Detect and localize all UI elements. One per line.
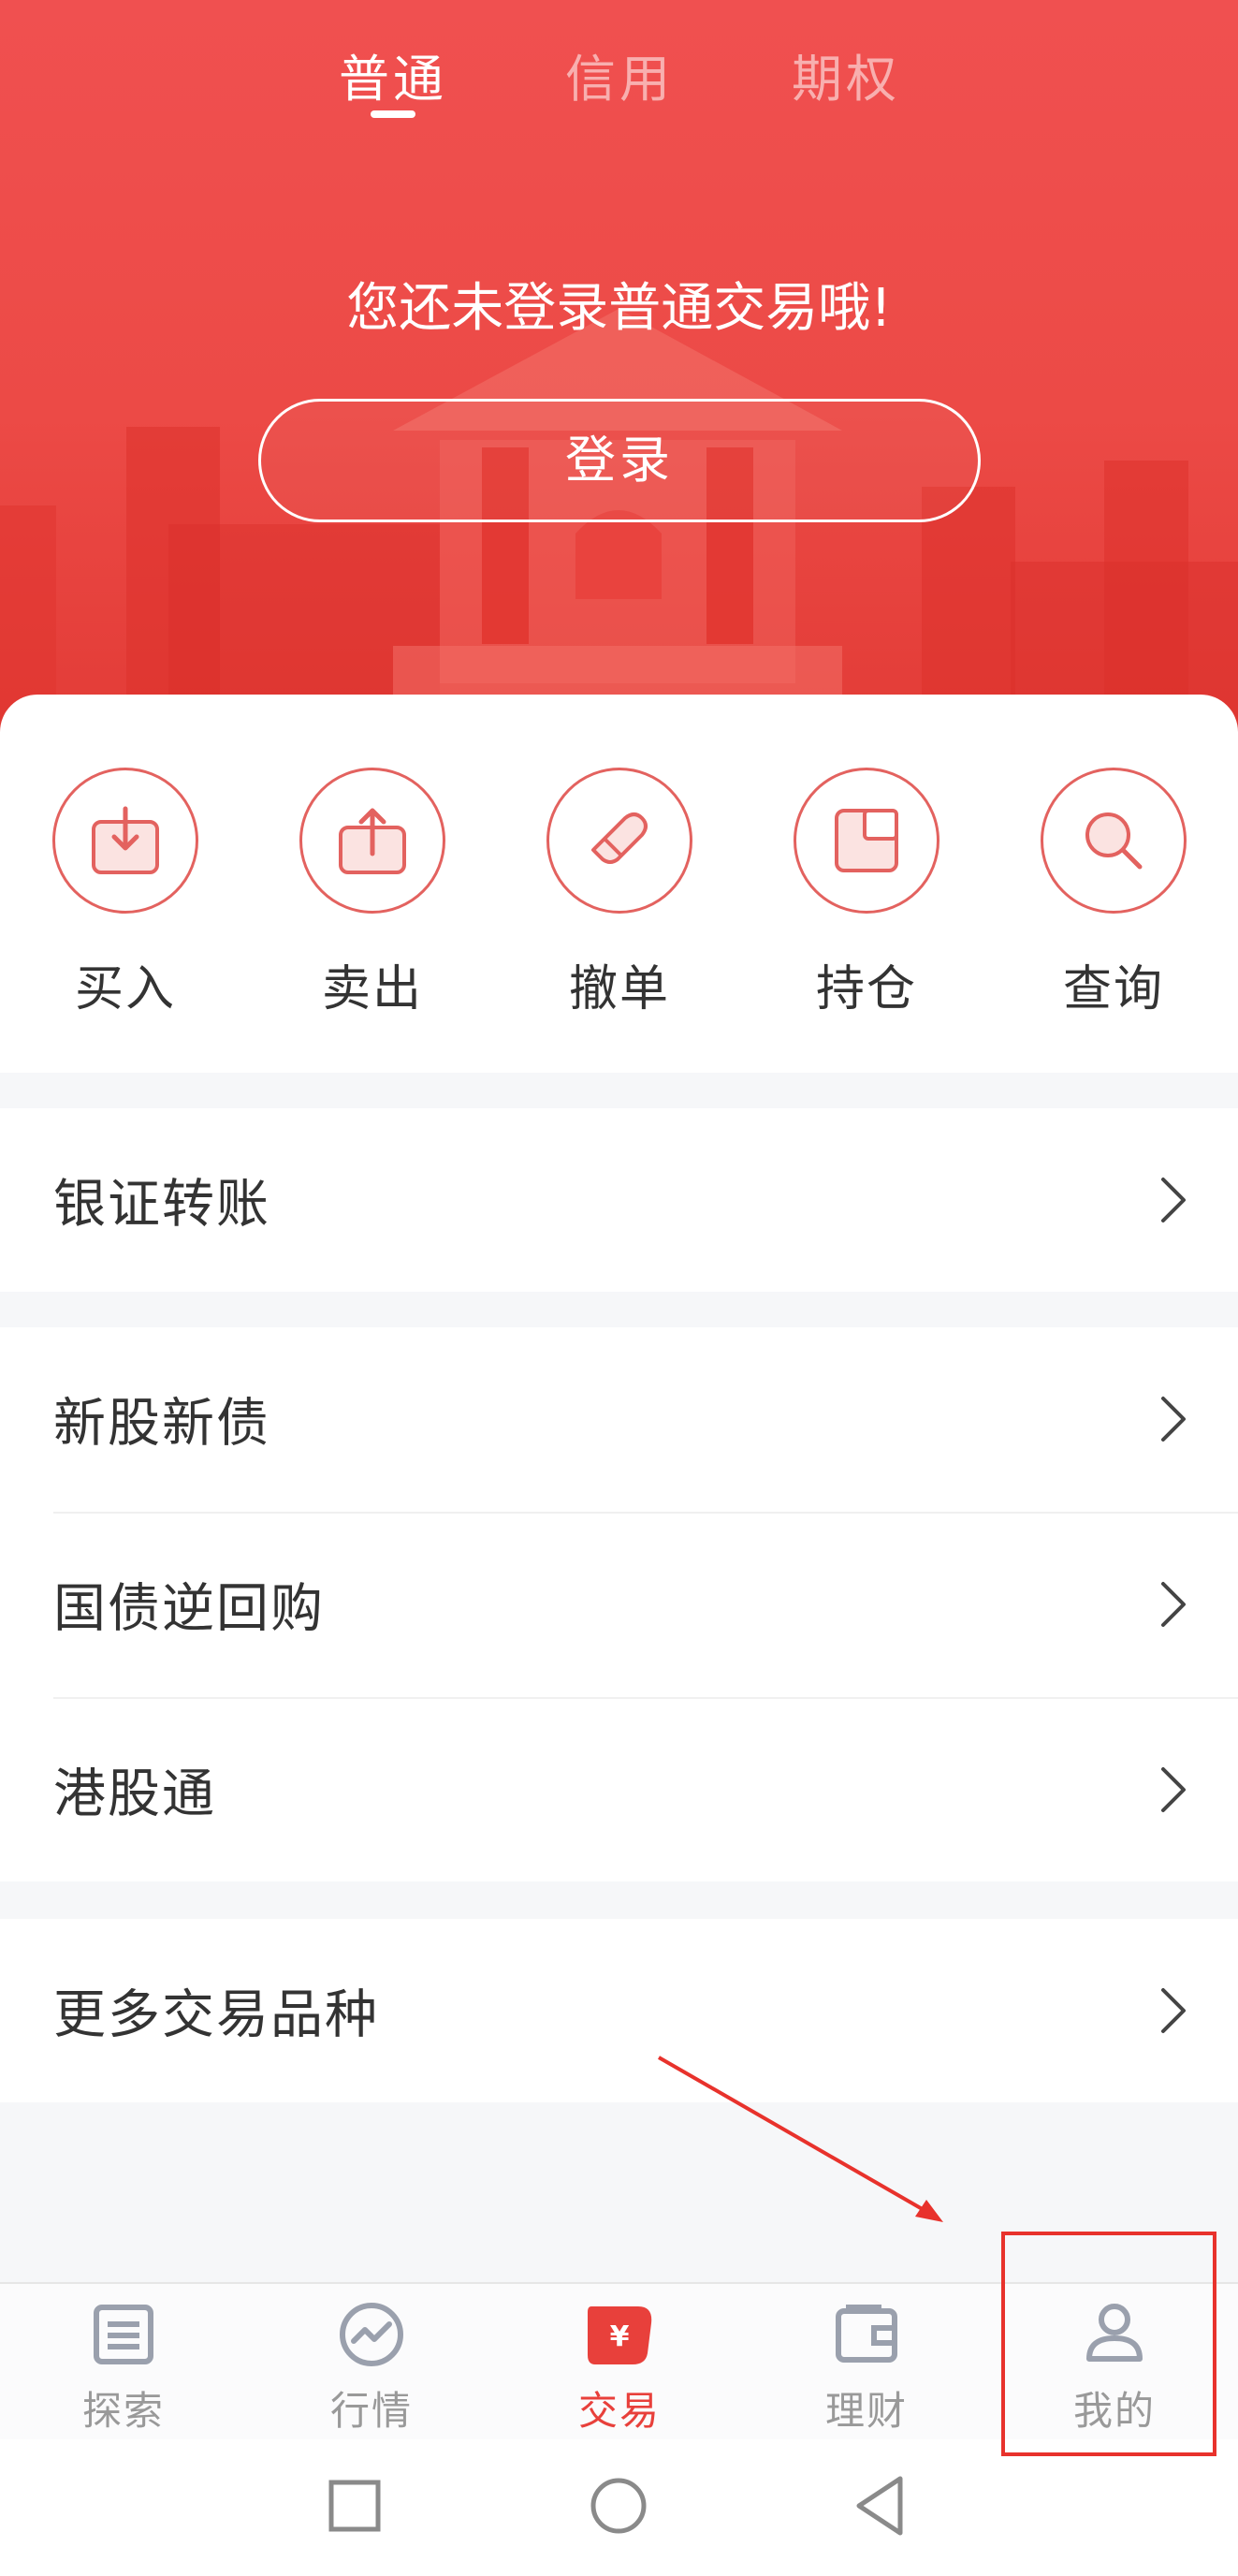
nav-item-wealth-label: 理财 xyxy=(824,2388,908,2434)
quick-actions-card: 买入 卖出 撤单 持仓 查询 xyxy=(0,695,1238,1073)
nav-item-explore-label: 探索 xyxy=(81,2388,165,2434)
trade-icon: ¥ xyxy=(582,2297,657,2372)
tab-credit[interactable]: 信用 xyxy=(565,37,674,111)
menu-item-more-products[interactable]: 更多交易品种 xyxy=(0,1919,1238,2102)
explore-icon xyxy=(86,2297,161,2372)
nav-item-trade[interactable]: ¥ 交易 xyxy=(526,2297,713,2437)
more-products-card: 更多交易品种 xyxy=(0,1919,1238,2102)
bank-transfer-card: 银证转账 xyxy=(0,1108,1238,1292)
annotation-highlight-box xyxy=(1001,2232,1216,2456)
market-icon xyxy=(334,2297,409,2372)
quick-action-buy-label: 买入 xyxy=(74,961,176,1017)
tab-normal[interactable]: 普通 xyxy=(339,37,447,118)
menu-item-hk-connect-label: 港股通 xyxy=(53,1764,216,1825)
menu-item-bank-transfer-label: 银证转账 xyxy=(53,1174,270,1236)
quick-action-holdings-label: 持仓 xyxy=(815,961,917,1017)
quick-action-query-label: 查询 xyxy=(1062,961,1164,1017)
sell-icon xyxy=(299,768,445,914)
cancel-order-icon xyxy=(546,768,692,914)
trading-products-card: 新股新债 国债逆回购 港股通 xyxy=(0,1327,1238,1881)
quick-action-sell-label: 卖出 xyxy=(321,961,423,1017)
trade-page: 普通 信用 期权 您还未登录普通交易哦! 登录 买入 卖出 撤单 持仓 查询 银… xyxy=(0,0,1238,2576)
home-icon[interactable] xyxy=(586,2473,651,2539)
buy-icon xyxy=(52,768,198,914)
trade-header: 普通 信用 期权 您还未登录普通交易哦! 登录 xyxy=(0,0,1238,749)
wallet-icon xyxy=(829,2297,904,2372)
system-navigation-bar xyxy=(0,2439,1238,2576)
tab-options[interactable]: 期权 xyxy=(792,37,900,111)
menu-item-new-stock-bond[interactable]: 新股新债 xyxy=(0,1327,1238,1511)
menu-item-new-stock-bond-label: 新股新债 xyxy=(53,1393,270,1455)
back-icon[interactable] xyxy=(848,2473,913,2539)
nav-item-wealth[interactable]: 理财 xyxy=(773,2297,960,2437)
nav-item-explore[interactable]: 探索 xyxy=(30,2297,217,2437)
search-icon xyxy=(1041,768,1187,914)
menu-item-more-products-label: 更多交易品种 xyxy=(53,1984,379,2046)
recent-apps-icon[interactable] xyxy=(322,2473,387,2539)
tab-credit-label: 信用 xyxy=(565,50,674,109)
svg-text:¥: ¥ xyxy=(610,2320,630,2353)
active-tab-indicator xyxy=(371,110,415,118)
holdings-icon xyxy=(794,768,939,914)
chevron-right-icon xyxy=(1161,1397,1186,1442)
tab-normal-label: 普通 xyxy=(339,50,447,109)
quick-action-query[interactable]: 查询 xyxy=(1039,768,1188,1019)
quick-action-holdings[interactable]: 持仓 xyxy=(792,768,941,1019)
quick-action-buy[interactable]: 买入 xyxy=(51,768,200,1019)
tab-options-label: 期权 xyxy=(792,50,900,109)
chevron-right-icon xyxy=(1161,1767,1186,1812)
menu-item-treasury-repo[interactable]: 国债逆回购 xyxy=(0,1513,1238,1696)
quick-action-cancel-order-label: 撤单 xyxy=(568,961,670,1017)
chevron-right-icon xyxy=(1161,1582,1186,1627)
menu-item-treasury-repo-label: 国债逆回购 xyxy=(53,1578,325,1640)
login-prompt: 您还未登录普通交易哦! xyxy=(346,278,892,339)
nav-item-trade-label: 交易 xyxy=(577,2388,661,2434)
chevron-right-icon xyxy=(1161,1178,1186,1222)
menu-item-hk-connect[interactable]: 港股通 xyxy=(0,1698,1238,1881)
quick-action-sell[interactable]: 卖出 xyxy=(298,768,447,1019)
menu-item-bank-transfer[interactable]: 银证转账 xyxy=(0,1108,1238,1292)
login-button[interactable]: 登录 xyxy=(258,399,981,522)
nav-item-market-label: 行情 xyxy=(329,2388,413,2434)
nav-item-market[interactable]: 行情 xyxy=(278,2297,465,2437)
chevron-right-icon xyxy=(1161,1988,1186,2033)
account-type-tabs: 普通 信用 期权 xyxy=(0,37,1238,131)
quick-action-cancel-order[interactable]: 撤单 xyxy=(545,768,694,1019)
